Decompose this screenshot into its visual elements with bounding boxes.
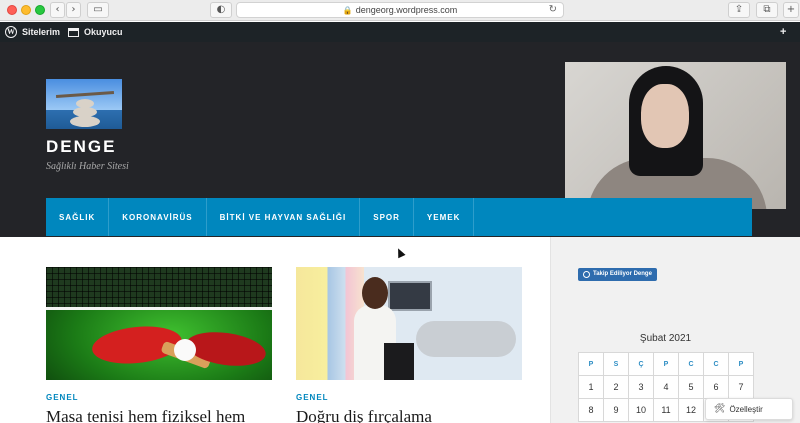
reload-icon[interactable]: ↻ — [549, 3, 557, 17]
customize-label: Özelleştir — [729, 404, 763, 414]
nav-item-bitki-hayvan[interactable]: BİTKİ VE HAYVAN SAĞLIĞI — [207, 198, 361, 236]
sidebar-toggle-button[interactable]: ▭ — [87, 2, 109, 18]
url-text: dengeorg.wordpress.com — [355, 5, 458, 15]
monitor-graphic — [388, 281, 432, 311]
plus-icon: + — [786, 4, 796, 15]
follow-label: Takip Ediliyor Denge — [593, 271, 652, 277]
wp-admin-bar: W Sitelerim Okuyucu + — [0, 22, 800, 42]
post-category[interactable]: GENEL — [46, 393, 79, 402]
browser-toolbar: ‹ › ▭ ◐ 🔒 dengeorg.wordpress.com ↻ ⇪ ⧉ + — [0, 0, 800, 21]
main-navigation: SAĞLIK KORONAVİRÜS BİTKİ VE HAYVAN SAĞLI… — [46, 198, 752, 236]
sidebar-icon: ▭ — [93, 4, 103, 15]
share-icon: ⇪ — [734, 4, 744, 15]
webcam-overlay — [565, 62, 786, 209]
post-image-dentist[interactable] — [296, 267, 522, 380]
calendar-day: 10 — [628, 398, 654, 422]
weekday-header: P — [653, 352, 679, 376]
site-tagline: Sağlıklı Haber Sitesi — [46, 161, 129, 172]
calendar-day: 8 — [578, 398, 604, 422]
sidebar: Takip Ediliyor Denge Şubat 2021 P S Ç P … — [550, 237, 800, 423]
weekday-header: P — [728, 352, 754, 376]
post-list: GENEL Masa tenisi hem fiziksel hem GENEL… — [0, 237, 550, 423]
video-person-face — [641, 84, 689, 148]
notification-icon: + — [780, 26, 787, 38]
forward-button[interactable]: › — [66, 2, 81, 18]
calendar-day: 3 — [628, 375, 654, 399]
shield-icon: ◐ — [216, 4, 226, 15]
chevron-left-icon: ‹ — [55, 4, 60, 15]
post-title[interactable]: Masa tenisi hem fiziksel hem — [46, 407, 245, 423]
my-sites-menu[interactable]: W Sitelerim — [5, 22, 60, 42]
calendar-day: 6 — [703, 375, 729, 399]
calendar-day: 7 — [728, 375, 754, 399]
person-head-graphic — [362, 277, 388, 309]
new-tab-button[interactable]: + — [783, 2, 799, 18]
calendar-caption: Şubat 2021 — [639, 333, 692, 344]
post-category[interactable]: GENEL — [296, 393, 329, 402]
person-pants-graphic — [384, 343, 414, 380]
site-title[interactable]: DENGE — [46, 137, 116, 157]
share-button[interactable]: ⇪ — [728, 2, 750, 18]
weekday-header: P — [578, 352, 604, 376]
calendar-day: 11 — [653, 398, 679, 422]
reader-menu[interactable]: Okuyucu — [68, 22, 123, 42]
tools-icon: 🛠 — [714, 404, 726, 414]
calendar-day: 2 — [603, 375, 629, 399]
weekday-header: C — [703, 352, 729, 376]
nav-item-saglik[interactable]: SAĞLIK — [46, 198, 110, 236]
weekday-header: S — [603, 352, 629, 376]
minimize-window-button[interactable] — [21, 5, 31, 15]
close-window-button[interactable] — [7, 5, 17, 15]
show-tabs-button[interactable]: ⧉ — [756, 2, 778, 18]
post-image-ping-pong[interactable] — [46, 267, 272, 380]
reader-label: Okuyucu — [84, 27, 123, 37]
weekday-header: Ç — [628, 352, 654, 376]
dental-chair-graphic — [416, 321, 516, 357]
tabs-icon: ⧉ — [763, 4, 771, 15]
calendar-day: 4 — [653, 375, 679, 399]
calendar-day: 1 — [578, 375, 604, 399]
reader-icon — [68, 27, 79, 37]
site-logo[interactable] — [46, 79, 122, 129]
calendar-day: 5 — [678, 375, 704, 399]
zoom-window-button[interactable] — [35, 5, 45, 15]
nav-item-yemek[interactable]: YEMEK — [414, 198, 475, 236]
notifications-button[interactable]: + — [780, 22, 786, 42]
follow-button[interactable]: Takip Ediliyor Denge — [578, 268, 657, 281]
logo-stone — [70, 116, 100, 127]
nav-item-koronavirus[interactable]: KORONAVİRÜS — [109, 198, 207, 236]
lock-icon: 🔒 — [342, 6, 353, 15]
address-bar[interactable]: 🔒 dengeorg.wordpress.com ↻ — [236, 2, 564, 18]
logo-plank — [55, 90, 115, 99]
post-title[interactable]: Doğru diş fırçalama — [296, 407, 432, 423]
wordpress-logo-icon — [583, 271, 590, 278]
net-tape — [46, 307, 272, 310]
calendar-day: 12 — [678, 398, 704, 422]
nav-item-spor[interactable]: SPOR — [360, 198, 414, 236]
weekday-header: C — [678, 352, 704, 376]
net-graphic — [46, 267, 272, 307]
chevron-right-icon: › — [71, 4, 76, 15]
back-button[interactable]: ‹ — [50, 2, 65, 18]
privacy-report-button[interactable]: ◐ — [210, 2, 232, 18]
ball-graphic — [174, 339, 196, 361]
calendar-day: 9 — [603, 398, 629, 422]
customize-button[interactable]: 🛠 Özelleştir — [705, 398, 793, 420]
my-sites-label: Sitelerim — [22, 27, 61, 37]
wordpress-logo-icon: W — [5, 26, 17, 38]
